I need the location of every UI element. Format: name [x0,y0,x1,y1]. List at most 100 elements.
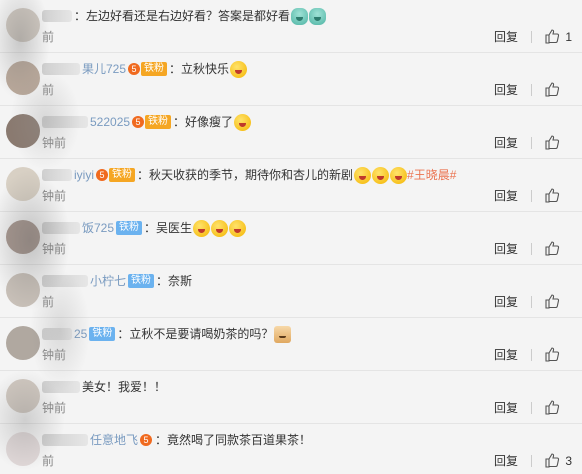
avatar[interactable] [6,167,40,201]
comment-line: 小柠七 铁粉 ：奈斯 [42,272,192,290]
comment-item: 任意地飞 5 ：竟然喝了同款茶百道果茶！ 前 回复 3 [0,424,582,474]
comment-text: ：好像瘦了 [173,115,234,129]
comment-time: 钟前 [42,401,67,415]
comment-list: ：左边好看还是右边好看？答案是都好看前回复 1 果儿725 5 铁粉 ：立秋快乐前回复 52… [0,0,582,474]
thumbs-up-icon[interactable] [544,293,562,309]
username-link[interactable]: 果儿725 [82,60,126,78]
comment-item: 522025 5 铁粉 ：好像瘦了钟前 回复 [0,106,582,159]
face-emoji-icon [234,113,252,131]
fan-label: 铁粉 [109,168,135,182]
divider [531,296,532,308]
username-link[interactable]: 522025 [90,113,130,131]
fan-label: 铁粉 [116,221,143,235]
comment-item: 果儿725 5 铁粉 ：立秋快乐前 回复 [0,53,582,106]
username-link[interactable]: 25 [74,325,87,343]
comment-text: ：立秋不是要请喝奶茶的吗？ [117,327,274,341]
avatar[interactable] [6,273,40,307]
comment-time: 钟前 [42,242,67,256]
thumbs-up-icon[interactable] [544,187,562,203]
comment-item: 25 铁粉 ：立秋不是要请喝奶茶的吗？ 钟前 回复 [0,318,582,371]
fan-badge[interactable]: 5 铁粉 [96,168,135,182]
face-emoji-icon [229,219,247,237]
reply-button[interactable]: 回复 [494,83,518,97]
avatar[interactable] [6,8,40,42]
thumbs-up-icon[interactable] [544,240,562,256]
fan-badge[interactable]: 铁粉 [128,274,155,288]
comment-text: 美女！我爱！！ [82,380,167,394]
blurred-username [42,328,72,340]
like-count: 1 [565,30,572,44]
comment-time: 钟前 [42,189,67,203]
comment-item: ：左边好看还是右边好看？答案是都好看前 回复 1 [0,0,582,53]
divider [531,402,532,414]
divider [531,190,532,202]
comment-time: 钟前 [42,136,67,150]
fan-label: 铁粉 [128,274,155,288]
blurred-username [42,275,88,287]
reply-button[interactable]: 回复 [494,30,518,44]
comment-time: 前 [42,295,55,309]
comment-text: ：竟然喝了同款茶百道果茶！ [155,433,312,447]
thumbs-up-icon[interactable] [544,399,562,415]
divider [531,455,532,467]
comment-item: 饭725 铁粉 ：吴医生钟前 回复 [0,212,582,265]
face-emoji-icon [230,60,248,78]
avatar[interactable] [6,379,40,413]
thumbs-up-icon[interactable] [544,346,562,362]
face-emoji-icon [354,166,372,184]
comment-line: 饭725 铁粉 ：吴医生 [42,219,247,237]
divider [531,137,532,149]
comment-line: 522025 5 铁粉 ：好像瘦了 [42,113,252,131]
comment-item: 美女！我爱！！ 钟前 回复 [0,371,582,424]
avatar[interactable] [6,220,40,254]
face-emoji-icon [390,166,408,184]
reply-button[interactable]: 回复 [494,136,518,150]
comment-line: 美女！我爱！！ [42,378,166,396]
comment-item: iyiyi 5 铁粉 ：秋天收获的季节，期待你和杏儿的新剧 #王晓晨# 钟前 回复 [0,159,582,212]
fan-level: 5 [140,434,153,446]
divider [531,243,532,255]
divider [531,349,532,361]
cat-emoji-icon [274,325,292,343]
blurred-username [42,381,80,393]
blurred-username [42,169,72,181]
reply-button[interactable]: 回复 [494,454,518,468]
reply-button[interactable]: 回复 [494,348,518,362]
fan-badge[interactable]: 铁粉 [116,221,143,235]
face-emoji-icon [193,219,211,237]
avatar[interactable] [6,326,40,360]
fan-badge[interactable]: 5 [140,433,153,447]
comment-time: 前 [42,454,55,468]
username-link[interactable]: 任意地飞 [90,431,138,449]
username-link[interactable]: 饭725 [82,219,114,237]
fan-badge[interactable]: 5 铁粉 [128,62,168,76]
thumbs-up-icon[interactable] [544,452,562,468]
username-link[interactable]: 小柠七 [90,272,126,290]
username-link[interactable]: iyiyi [74,166,94,184]
fan-badge[interactable]: 5 铁粉 [132,115,172,129]
avatar[interactable] [6,432,40,466]
blurred-username [42,63,80,75]
topic-link[interactable]: #王晓晨# [407,166,456,184]
fan-label: 铁粉 [89,327,116,341]
comment-line: 任意地飞 5 ：竟然喝了同款茶百道果茶！ [42,431,311,449]
thumbs-up-icon[interactable] [544,81,562,97]
comment-line: 25 铁粉 ：立秋不是要请喝奶茶的吗？ [42,325,292,343]
face-emoji-icon [211,219,229,237]
fan-badge[interactable]: 铁粉 [89,327,116,341]
reply-button[interactable]: 回复 [494,242,518,256]
thumbs-up-icon[interactable] [544,134,562,150]
comment-text: ：秋天收获的季节，期待你和杏儿的新剧 [137,168,354,182]
avatar[interactable] [6,61,40,95]
comment-time: 前 [42,30,55,44]
comment-line: 果儿725 5 铁粉 ：立秋快乐 [42,60,248,78]
reply-button[interactable]: 回复 [494,189,518,203]
blurred-username [42,434,88,446]
thumbs-up-icon[interactable] [544,28,562,44]
reply-button[interactable]: 回复 [494,401,518,415]
comment-item: 小柠七 铁粉 ：奈斯前 回复 [0,265,582,318]
comment-line: ：左边好看还是右边好看？答案是都好看 [42,7,327,25]
blurred-username [42,222,80,234]
reply-button[interactable]: 回复 [494,295,518,309]
avatar[interactable] [6,114,40,148]
